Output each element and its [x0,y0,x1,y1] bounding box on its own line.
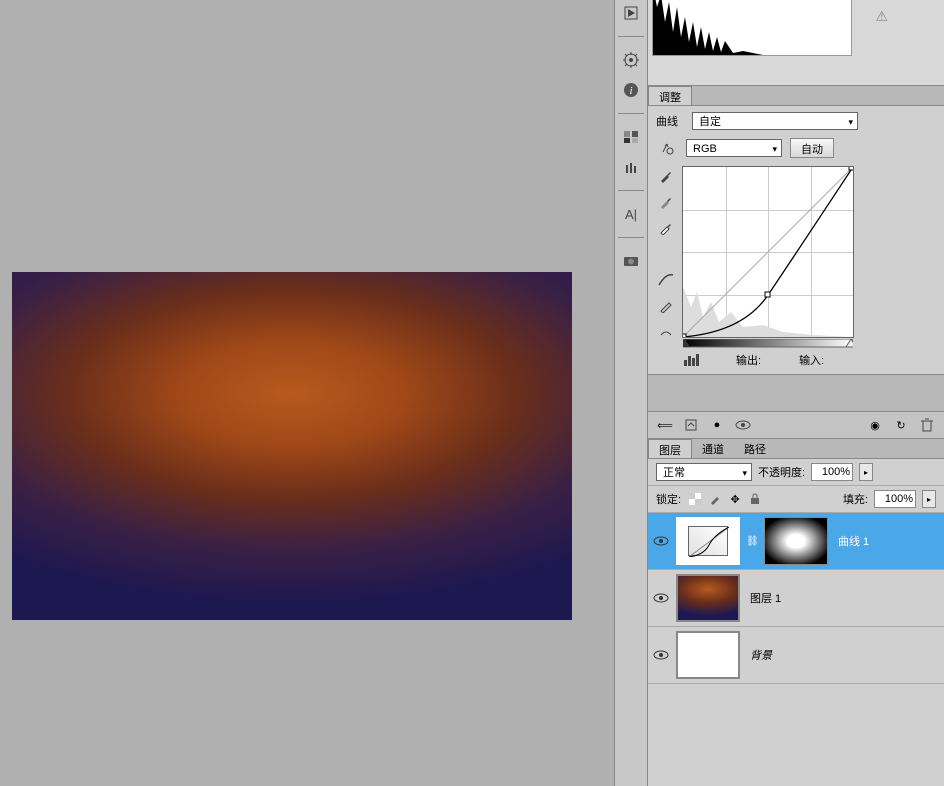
opacity-label: 不透明度: [758,464,805,480]
expand-icon[interactable] [682,416,700,434]
tab-channels[interactable]: 通道 [692,439,734,458]
layer-thumbnail[interactable] [676,574,740,622]
warning-icon[interactable]: ⚠ [875,8,888,25]
reset-icon[interactable]: ↻ [892,416,910,434]
svg-text:i: i [629,85,632,97]
smooth-tool-icon[interactable] [656,322,676,342]
preset-dropdown[interactable]: 自定 [692,112,858,130]
opacity-slider-button[interactable]: ▸ [859,463,873,481]
lock-transparency-icon[interactable] [687,491,703,507]
brushes-icon[interactable] [618,156,644,178]
output-label: 输出: [736,352,761,368]
layer-name[interactable]: 图层 1 [746,590,940,606]
layers-panel: 图层 通道 路径 正常 不透明度: ▸ 锁定: ✥ 填充: ▸ [648,439,944,684]
histogram-graph[interactable] [652,0,852,56]
lock-pixels-icon[interactable] [707,491,723,507]
canvas-area [0,0,608,786]
curve-tool-icon[interactable] [656,270,676,290]
channel-dropdown[interactable]: RGB [686,139,782,157]
adjustments-tabs: 调整 [648,86,944,106]
layer-mask-thumbnail[interactable] [764,517,828,565]
fill-input[interactable] [874,490,916,508]
blend-mode-dropdown[interactable]: 正常 [656,463,752,481]
swatches-icon[interactable] [618,126,644,148]
layer-list: ⛓ 曲线 1 图层 1 背景 [648,513,944,684]
curves-tools [656,166,678,342]
curves-graph[interactable] [682,166,854,338]
layer-name[interactable]: 背景 [746,647,940,663]
layer-item-curves[interactable]: ⛓ 曲线 1 [648,513,944,570]
back-arrow-icon[interactable]: ⟸ [656,416,674,434]
eye-icon[interactable] [734,416,752,434]
adjustments-panel: 调整 曲线 自定 RGB 自动 [648,86,944,375]
fill-label: 填充: [843,491,868,507]
prev-state-icon[interactable]: ◉ [866,416,884,434]
adjustment-buttons-row: ⟸ ● ◉ ↻ [648,411,944,439]
visibility-toggle-icon[interactable] [652,532,670,550]
document-artwork[interactable] [12,272,572,620]
right-panels: ⚠ 调整 曲线 自定 RGB 自动 [648,0,944,786]
vertical-toolbar: i A| [614,0,648,786]
eyedropper-gray-icon[interactable] [656,192,676,212]
layer-item-background[interactable]: 背景 [648,627,944,684]
layer-thumbnail[interactable] [676,517,740,565]
info-icon[interactable]: i [618,79,644,101]
curves-label: 曲线 [656,113,684,129]
layer-thumbnail[interactable] [676,631,740,679]
histogram-panel: ⚠ [648,0,944,86]
circle-icon[interactable]: ● [708,416,726,434]
lock-all-icon[interactable] [747,491,763,507]
tab-paths[interactable]: 路径 [734,439,776,458]
visibility-toggle-icon[interactable] [652,589,670,607]
layer-item-gradient[interactable]: 图层 1 [648,570,944,627]
eyedropper-white-icon[interactable] [656,218,676,238]
fill-slider-button[interactable]: ▸ [922,490,936,508]
link-icon[interactable]: ⛓ [746,536,758,547]
target-adjust-icon[interactable] [656,140,678,156]
character-icon[interactable]: A| [618,203,644,225]
auto-button[interactable]: 自动 [790,138,834,158]
tab-adjustments[interactable]: 调整 [648,86,692,105]
input-label: 输入: [799,352,824,368]
tab-layers[interactable]: 图层 [648,439,692,458]
opacity-input[interactable] [811,463,853,481]
trash-icon[interactable] [918,416,936,434]
layer-name[interactable]: 曲线 1 [834,533,940,549]
lock-label: 锁定: [656,491,681,507]
play-icon[interactable] [618,2,644,24]
wheel-icon[interactable] [618,49,644,71]
camera-icon[interactable] [618,250,644,272]
lock-position-icon[interactable]: ✥ [727,491,743,507]
histogram-small-icon[interactable] [684,352,702,368]
visibility-toggle-icon[interactable] [652,646,670,664]
eyedropper-icon[interactable] [656,166,676,186]
pencil-tool-icon[interactable] [656,296,676,316]
